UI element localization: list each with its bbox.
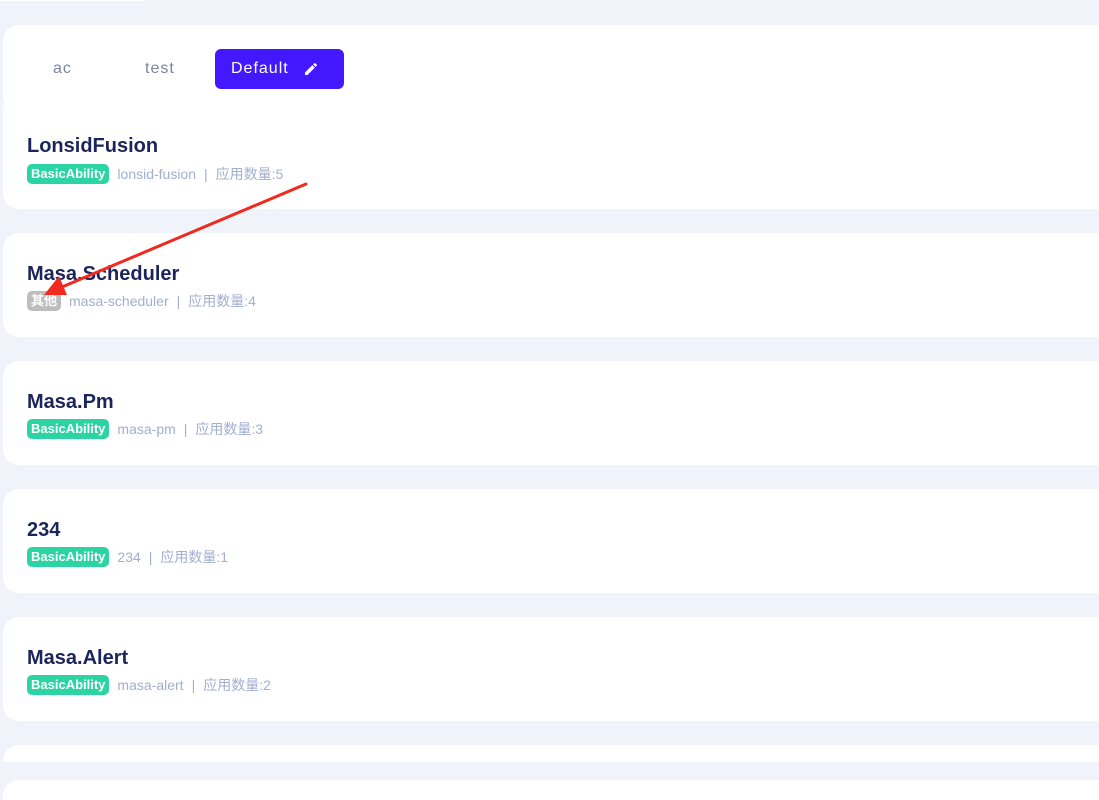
app-identifier: masa-alert xyxy=(117,677,184,693)
meta-separator: | xyxy=(204,166,208,182)
category-tag: BasicAbility xyxy=(27,419,110,439)
meta-separator: | xyxy=(183,421,188,437)
app-count: 应用数量:3 xyxy=(195,421,264,437)
app-count: 应用数量:1 xyxy=(160,549,229,565)
app-card-masa-pm[interactable]: Masa.Pm BasicAbility masa-pm | 应用数量:3 xyxy=(3,361,1099,465)
pencil-icon[interactable] xyxy=(303,61,319,77)
category-tag: 其他 xyxy=(27,291,62,311)
tab-test-label: test xyxy=(145,60,175,77)
category-tag: BasicAbility xyxy=(27,547,110,567)
app-title: Masa.Pm xyxy=(27,391,114,413)
app-meta: BasicAbility masa-alert | 应用数量:2 xyxy=(27,675,271,695)
app-meta: BasicAbility 234 | 应用数量:1 xyxy=(27,547,228,567)
app-title: LonsidFusion xyxy=(27,135,159,157)
category-tag: BasicAbility xyxy=(27,675,110,695)
tab-test[interactable]: test xyxy=(145,49,175,89)
app-count: 应用数量:4 xyxy=(188,293,256,309)
app-count: 应用数量:5 xyxy=(215,166,284,182)
app-card-lonsid-fusion[interactable]: LonsidFusion BasicAbility lonsid-fusion … xyxy=(3,105,1099,209)
tab-ac-label: ac xyxy=(53,60,72,77)
meta-separator: | xyxy=(148,549,153,565)
app-card-masa-scheduler[interactable]: Masa.Scheduler 其他 masa-scheduler | 应用数量:… xyxy=(3,233,1099,337)
app-card-masa-alert[interactable]: Masa.Alert BasicAbility masa-alert | 应用数… xyxy=(3,617,1099,721)
app-identifier: 234 xyxy=(117,549,141,565)
app-meta: 其他 masa-scheduler | 应用数量:4 xyxy=(27,291,256,311)
tab-default[interactable]: Default xyxy=(215,49,344,89)
app-card-234[interactable]: 234 BasicAbility 234 | 应用数量:1 xyxy=(3,489,1099,593)
app-title: 234 xyxy=(27,519,61,541)
app-identifier: lonsid-fusion xyxy=(117,166,197,182)
category-tag: BasicAbility xyxy=(27,164,110,184)
app-card-partial[interactable] xyxy=(3,745,1099,762)
top-divider xyxy=(0,0,146,1)
app-title: Masa.Alert xyxy=(27,647,129,669)
tab-ac[interactable]: ac xyxy=(53,49,72,89)
app-identifier: masa-pm xyxy=(117,421,176,437)
meta-separator: | xyxy=(176,293,181,309)
app-meta: BasicAbility masa-pm | 应用数量:3 xyxy=(27,419,263,439)
app-meta: BasicAbility lonsid-fusion | 应用数量:5 xyxy=(27,164,283,184)
app-count: 应用数量:2 xyxy=(203,677,271,693)
env-tabs-card: ac test Default xyxy=(3,25,1099,113)
tab-default-label: Default xyxy=(231,60,289,77)
app-identifier: masa-scheduler xyxy=(69,293,169,309)
app-card-partial[interactable] xyxy=(3,780,1099,800)
meta-separator: | xyxy=(191,677,196,693)
app-title: Masa.Scheduler xyxy=(27,263,180,285)
